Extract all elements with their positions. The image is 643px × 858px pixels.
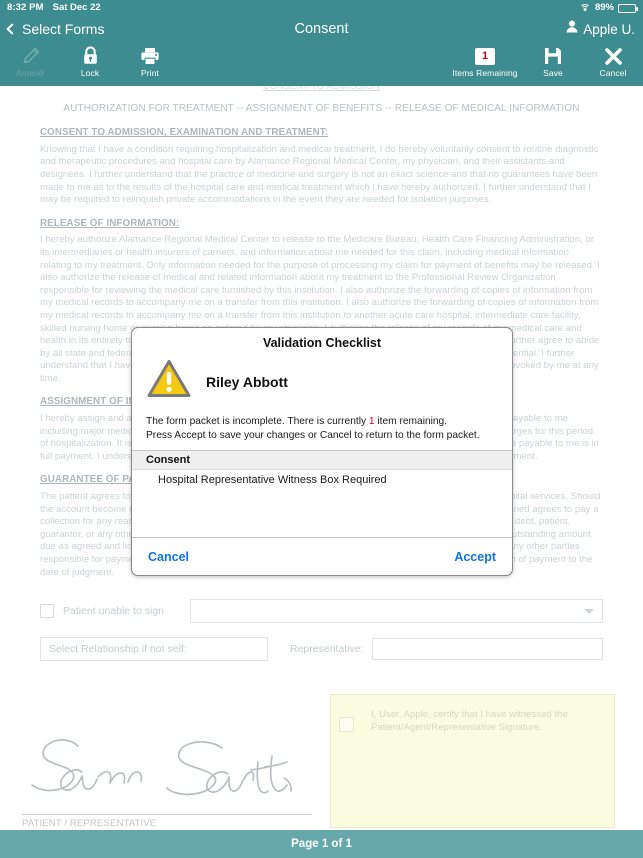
lock-label: Lock [80,68,100,78]
representative-label: Representative: [290,642,364,655]
dialog-checklist: Consent Hospital Representative Witness … [132,450,512,537]
page-indicator-bar: Page 1 of 1 [0,830,643,858]
user-name-label: Apple U. [583,21,635,37]
chevron-down-icon [584,609,594,615]
amend-button[interactable]: Amend [0,42,60,78]
printer-icon [140,45,160,67]
back-button[interactable]: Select Forms [6,21,105,37]
witness-text: I, User, Apple, certify that I have witn… [371,709,568,733]
validation-checklist-dialog: Validation Checklist Riley Abbott The fo… [131,327,513,576]
floppy-disk-icon [544,45,562,67]
items-remaining-label: Items Remaining [452,68,518,78]
patient-unable-checkbox[interactable] [40,604,54,619]
lock-icon [82,45,99,67]
page-indicator-label: Page 1 of 1 [291,838,352,850]
navigation-bar: Select Forms Consent Apple U. [0,16,643,42]
status-time: 8:32 PM [7,2,44,13]
signature-underline [22,814,312,815]
user-menu-button[interactable]: Apple U. [566,20,635,38]
amend-label: Amend [16,68,44,78]
items-remaining-count: 1 [475,47,495,65]
print-label: Print [141,68,159,78]
chevron-left-icon [6,23,18,35]
dialog-patient-row: Riley Abbott [132,356,512,405]
checklist-item[interactable]: Hospital Representative Witness Box Requ… [132,470,512,490]
pencil-icon [21,45,40,67]
signature-role-caption: PATIENT / REPRESENTATIVE [22,818,157,829]
representative-input[interactable] [371,638,603,661]
witness-inner: I, User, Apple, certify that I have witn… [331,695,614,734]
badge-count-icon: 1 [475,45,495,67]
checklist-group-header: Consent [132,450,512,470]
print-button[interactable]: Print [120,42,180,78]
person-icon [566,20,578,38]
app-root: 8:32 PM Sat Dec 22 89% Select Forms Cons… [0,0,643,858]
patient-unable-label: Patient unable to sign [63,604,164,617]
document-watermark-title: CONSENT TO ADMISSION [262,86,381,91]
section-body: Knowing that I have a condition requirin… [40,143,599,206]
signer-select[interactable] [190,599,603,624]
save-label: Save [543,68,563,78]
cancel-label: Cancel [599,68,627,78]
dialog-message-line2: Press Accept to save your changes or Can… [146,429,480,441]
document-heading: AUTHORIZATION FOR TREATMENT -- ASSIGNMEN… [63,102,580,114]
form-toolbar: Amend Lock Print 1 Items Remaining Save … [0,42,643,86]
signature-image[interactable] [22,734,294,812]
dialog-accept-button[interactable]: Accept [454,550,496,564]
dialog-message-part1: The form packet is incomplete. There is … [146,416,369,427]
witness-checkbox[interactable] [339,717,354,732]
warning-triangle-icon [146,358,192,405]
document-section: CONSENT TO ADMISSION, EXAMINATION AND TR… [40,127,603,207]
patient-signature-block: PATIENT / REPRESENTATIVE Electronically … [22,734,312,830]
signature-area: PATIENT / REPRESENTATIVE Electronically … [0,694,643,830]
cancel-button[interactable]: Cancel [583,42,643,78]
status-bar: 8:32 PM Sat Dec 22 89% [0,0,643,16]
dialog-message-part2: item remaining. [374,416,448,427]
items-remaining-button[interactable]: 1 Items Remaining [447,42,523,78]
dialog-actions: Cancel Accept [132,537,512,575]
form-controls: Patient unable to sign Select Relationsh… [0,599,643,662]
witness-box[interactable]: I, User, Apple, certify that I have witn… [330,694,615,828]
relationship-row: Select Relationship if not self: Represe… [40,637,603,662]
status-right-cluster: 89% [579,0,638,16]
battery-percent-label: 89% [594,2,614,13]
battery-icon [618,3,638,13]
dialog-message: The form packet is incomplete. There is … [132,405,512,450]
relationship-select[interactable]: Select Relationship if not self: [40,637,268,662]
save-button[interactable]: Save [523,42,583,78]
dialog-patient-name: Riley Abbott [206,373,288,390]
section-title: RELEASE OF INFORMATION: [40,217,180,229]
dialog-cancel-button[interactable]: Cancel [148,550,189,564]
dialog-title: Validation Checklist [262,336,382,350]
back-button-label: Select Forms [22,21,105,37]
lock-button[interactable]: Lock [60,42,120,78]
wifi-icon [579,3,591,13]
section-title: CONSENT TO ADMISSION, EXAMINATION AND TR… [40,127,329,139]
patient-unable-row: Patient unable to sign [40,599,603,624]
close-x-icon [604,45,623,67]
status-date: Sat Dec 22 [52,2,101,13]
